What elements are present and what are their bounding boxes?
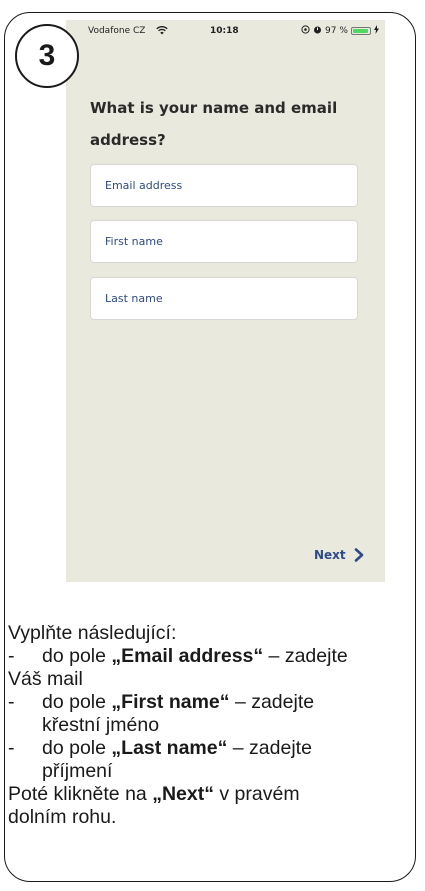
- item-prefix: do pole: [42, 737, 112, 759]
- charging-icon: [373, 25, 379, 37]
- chevron-right-icon: [354, 548, 364, 562]
- instruction-item-last-name-cont: příjmení: [42, 760, 113, 782]
- instruction-item-last-name: - do pole „Last name“ – zadejte: [8, 737, 416, 760]
- next-reference: „Next“: [152, 783, 214, 805]
- item-suffix: – zadejte: [229, 691, 315, 713]
- last-name-field[interactable]: [90, 277, 358, 320]
- instructions-outro: Poté klikněte na „Next“ v pravém: [8, 783, 300, 805]
- instructions-outro-cont: dolním rohu.: [8, 806, 117, 828]
- phone-screenshot: Vodafone CZ 10:18 97 % What is your name…: [66, 20, 385, 582]
- field-name-first: „First name“: [111, 691, 230, 713]
- instruction-item-first-name: - do pole „First name“ – zadejte: [8, 691, 416, 714]
- carrier-name: Vodafone CZ: [88, 26, 146, 36]
- battery-icon: [350, 27, 371, 35]
- status-bar: Vodafone CZ 10:18 97 %: [66, 20, 385, 46]
- instruction-item-email-cont: Váš mail: [8, 668, 83, 690]
- next-button[interactable]: Next: [314, 548, 364, 562]
- list-dash: -: [8, 691, 15, 713]
- field-name-email: „Email address“: [111, 645, 264, 667]
- clock-time: 10:18: [210, 26, 239, 36]
- item-suffix: – zadejte: [263, 645, 348, 667]
- list-dash: -: [8, 645, 15, 667]
- step-number-badge: 3: [15, 24, 79, 88]
- status-right: 97 %: [301, 25, 379, 37]
- wifi-icon: [156, 25, 168, 38]
- question-title: What is your name and email address?: [90, 99, 338, 149]
- list-dash: -: [8, 737, 15, 759]
- field-name-last: „Last name“: [111, 737, 228, 759]
- battery-percent: 97 %: [325, 26, 348, 36]
- email-field[interactable]: [90, 164, 358, 207]
- item-suffix: – zadejte: [227, 737, 312, 759]
- alarm-icon: [313, 25, 322, 37]
- instructions-intro: Vyplňte následující:: [8, 622, 177, 644]
- item-prefix: do pole: [42, 691, 112, 713]
- instructions-text: Vyplňte následující: - do pole „Email ad…: [8, 622, 416, 829]
- step-number: 3: [38, 39, 56, 72]
- instruction-item-email: - do pole „Email address“ – zadejte: [8, 645, 416, 668]
- instruction-item-first-name-cont: křestní jméno: [42, 714, 160, 736]
- item-prefix: do pole: [42, 645, 112, 667]
- first-name-field[interactable]: [90, 220, 358, 263]
- location-icon: [301, 25, 310, 37]
- next-label: Next: [314, 548, 346, 562]
